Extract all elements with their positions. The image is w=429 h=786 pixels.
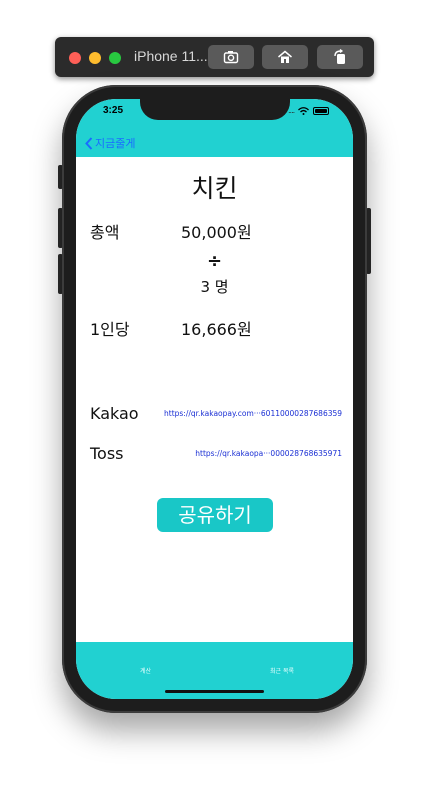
total-label: 총액 bbox=[90, 223, 120, 242]
status-icons: .... bbox=[288, 106, 330, 115]
rotate-button[interactable] bbox=[317, 45, 363, 69]
battery-icon bbox=[313, 107, 330, 115]
per-person-value: 16,666원 bbox=[181, 320, 252, 339]
status-time: 3:25 bbox=[103, 105, 124, 116]
camera-icon bbox=[223, 51, 239, 64]
minimize-window-button[interactable] bbox=[89, 52, 101, 64]
zoom-window-button[interactable] bbox=[109, 52, 121, 64]
rotate-icon bbox=[334, 49, 345, 64]
total-value: 50,000원 bbox=[181, 223, 252, 242]
notch bbox=[140, 99, 290, 120]
tab-bar: 계산 최근 목록 bbox=[76, 642, 353, 699]
toss-link[interactable]: https://qr.kakaopa···000028768635971 bbox=[164, 449, 342, 458]
page-title: 치킨 bbox=[191, 174, 238, 203]
home-button[interactable] bbox=[262, 45, 308, 69]
close-window-button[interactable] bbox=[69, 52, 81, 64]
screenshot-button[interactable] bbox=[208, 45, 254, 69]
back-label: 지금줄게 bbox=[95, 137, 136, 150]
back-button[interactable]: 지금줄게 bbox=[85, 135, 135, 151]
home-indicator[interactable] bbox=[165, 690, 264, 693]
kakao-label: Kakao bbox=[90, 404, 139, 423]
home-icon bbox=[278, 50, 292, 63]
per-person-label: 1인당 bbox=[90, 320, 130, 339]
simulator-toolbar: iPhone 11... bbox=[55, 37, 374, 77]
tab-recent[interactable]: 최근 목록 bbox=[270, 666, 294, 675]
simulator-title: iPhone 11... bbox=[134, 48, 208, 64]
kakao-link[interactable]: https://qr.kakaopay.com···60110000287686… bbox=[164, 409, 342, 418]
app-screen: 3:25 .... 지금줄게 치킨 총액 50,000원 ÷ 3 명 1인당 1… bbox=[76, 99, 353, 699]
divide-symbol: ÷ bbox=[206, 251, 223, 272]
tab-calculate[interactable]: 계산 bbox=[140, 666, 151, 675]
navigation-bar: 3:25 .... 지금줄게 bbox=[76, 99, 353, 157]
share-button[interactable]: 공유하기 bbox=[157, 498, 273, 532]
people-count: 3 명 bbox=[200, 278, 229, 296]
toss-label: Toss bbox=[90, 444, 124, 463]
chevron-left-icon bbox=[85, 136, 93, 150]
signal-icon: .... bbox=[288, 106, 295, 115]
wifi-icon bbox=[298, 107, 310, 115]
